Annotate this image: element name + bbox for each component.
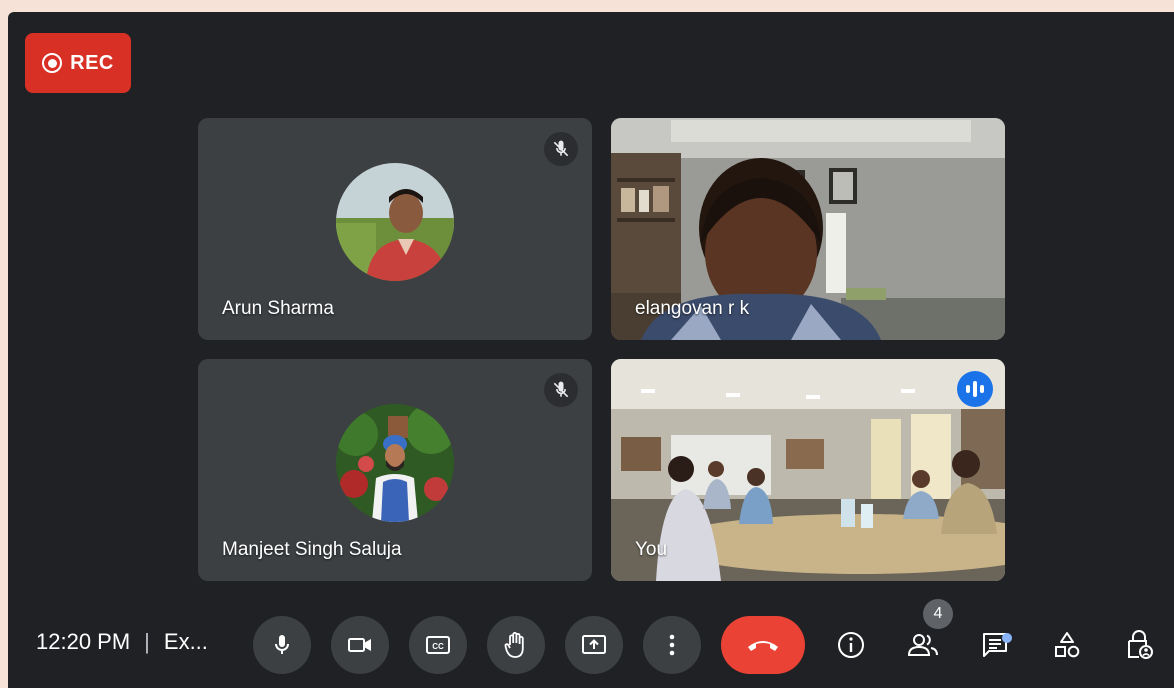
chat-notification-dot — [1002, 633, 1012, 643]
separator: | — [144, 629, 150, 654]
participant-tile-self[interactable]: You — [611, 359, 1005, 581]
recording-label: REC — [70, 51, 114, 74]
participant-name: elangovan r k — [635, 298, 750, 319]
raise-hand-button[interactable] — [487, 616, 545, 674]
lock-person-icon — [1128, 630, 1153, 659]
captions-button[interactable]: CC — [409, 616, 467, 674]
participant-name: You — [635, 539, 668, 560]
participant-avatar — [336, 404, 454, 522]
meeting-info-text: 12:20 PM | Ex... — [36, 629, 208, 655]
more-vert-icon — [669, 634, 675, 656]
present-icon — [582, 635, 606, 654]
participant-avatar — [336, 163, 454, 281]
participant-name: Manjeet Singh Saluja — [222, 539, 402, 560]
activities-icon — [1055, 632, 1080, 658]
chat-button[interactable] — [974, 624, 1016, 666]
camera-icon — [348, 638, 371, 652]
people-button[interactable] — [902, 624, 944, 666]
meeting-details-button[interactable] — [830, 624, 872, 666]
microphone-button[interactable] — [253, 616, 311, 674]
participant-tile[interactable]: Manjeet Singh Saluja — [198, 359, 592, 581]
svg-text:CC: CC — [432, 642, 444, 651]
hand-icon — [504, 632, 524, 658]
muted-mic-icon — [544, 373, 578, 407]
participant-name: Arun Sharma — [222, 298, 334, 319]
meeting-title: Ex... — [163, 629, 208, 654]
participant-video — [611, 359, 1005, 581]
muted-mic-icon — [544, 132, 578, 166]
host-controls-button[interactable] — [1118, 624, 1160, 666]
present-button[interactable] — [565, 616, 623, 674]
camera-button[interactable] — [331, 616, 389, 674]
cc-icon: CC — [426, 636, 450, 654]
speaking-indicator-icon — [957, 371, 993, 407]
mic-icon — [275, 635, 289, 654]
participant-count-badge: 4 — [923, 599, 953, 629]
recording-badge[interactable]: REC — [25, 33, 131, 93]
bottom-toolbar: 12:20 PM | Ex... CC — [8, 600, 1174, 688]
record-icon — [42, 53, 63, 73]
participant-tile[interactable]: Arun Sharma — [198, 118, 592, 340]
hangup-icon — [748, 641, 778, 651]
people-icon — [907, 634, 938, 656]
current-time: 12:20 PM — [36, 629, 131, 654]
participant-tile[interactable]: elangovan r k — [611, 118, 1005, 340]
activities-button[interactable] — [1046, 624, 1088, 666]
leave-call-button[interactable] — [721, 616, 805, 674]
more-options-button[interactable] — [643, 616, 701, 674]
info-icon — [838, 632, 864, 658]
meet-window: REC Arun Sharma elangovan r k Manjeet Si… — [8, 12, 1174, 688]
